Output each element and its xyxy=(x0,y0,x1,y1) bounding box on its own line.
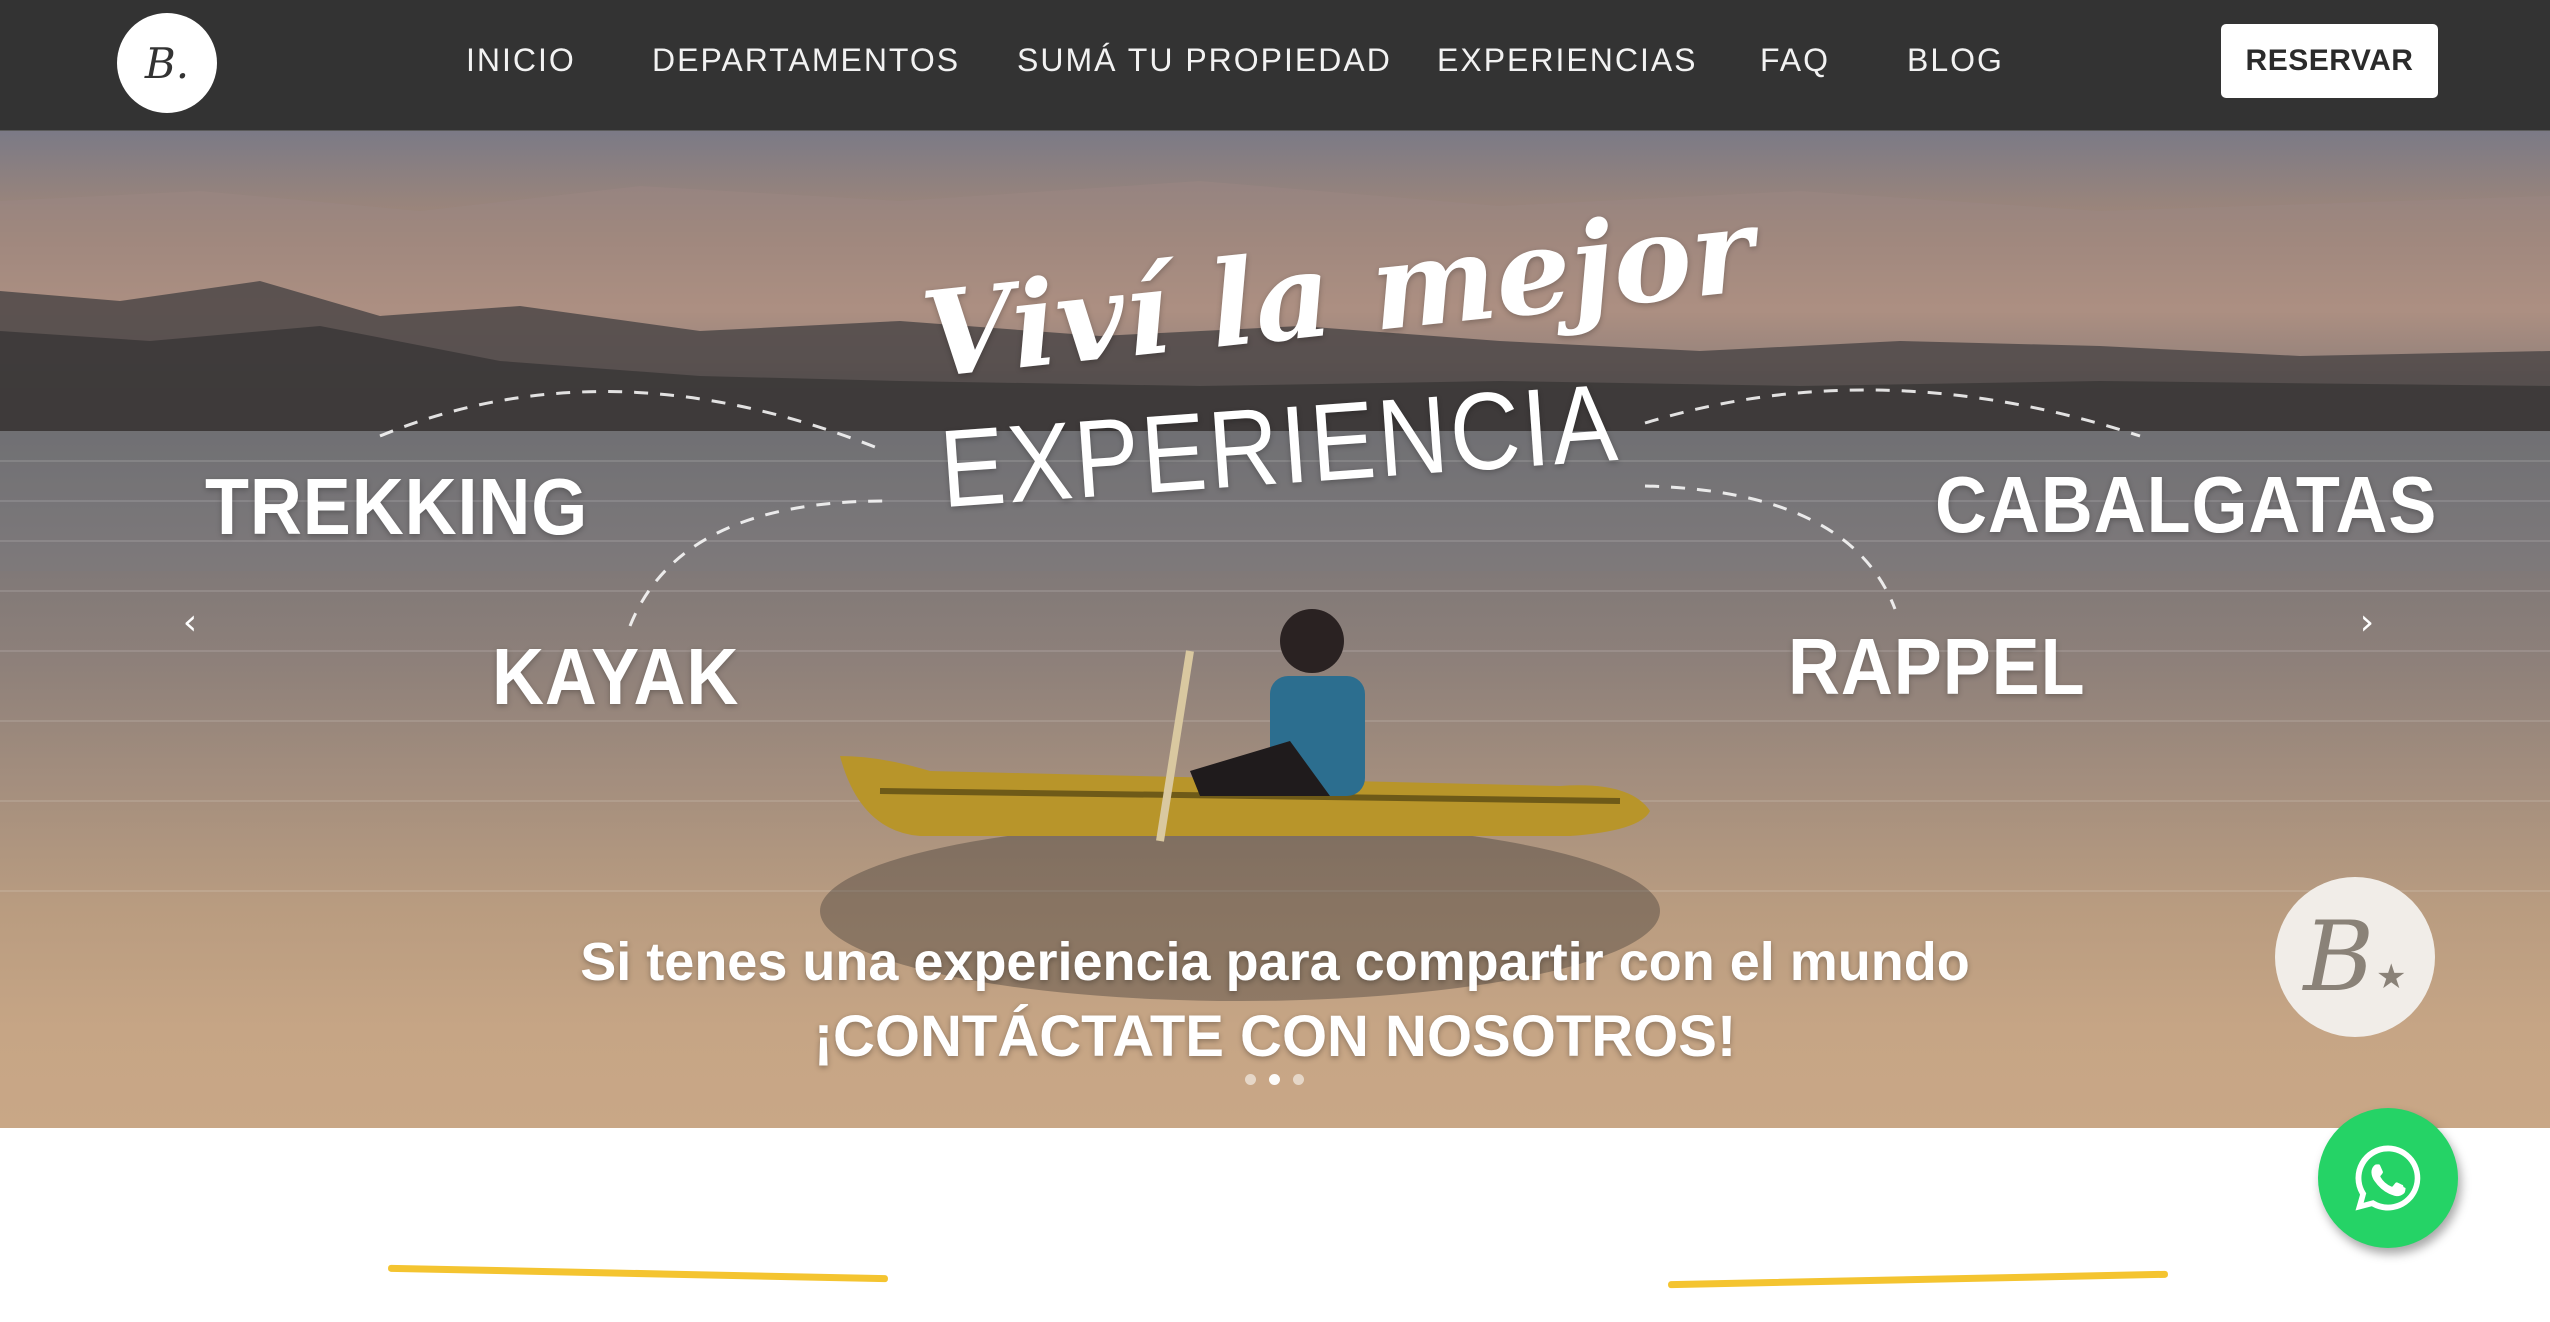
hero-caption-line1: Si tenes una experiencia para compartir … xyxy=(580,932,1970,992)
chevron-left-icon[interactable]: ‹ xyxy=(170,603,210,643)
nav-experiencias[interactable]: EXPERIENCIAS xyxy=(1437,42,1698,79)
nav-blog[interactable]: BLOG xyxy=(1907,42,2004,79)
activity-kayak: KAYAK xyxy=(492,632,740,721)
activity-cabalgatas: CABALGATAS xyxy=(1935,460,2438,549)
nav-inicio[interactable]: INICIO xyxy=(466,42,576,79)
reserve-button[interactable]: RESERVAR xyxy=(2221,24,2438,98)
nav-faq[interactable]: FAQ xyxy=(1760,42,1830,79)
hero-caption-line2: ¡CONTÁCTATE CON NOSOTROS! xyxy=(813,1004,1737,1069)
whatsapp-button[interactable] xyxy=(2318,1108,2458,1248)
main-nav: INICIO DEPARTAMENTOS SUMÁ TU PROPIEDAD E… xyxy=(0,0,2550,124)
whatsapp-icon xyxy=(2355,1145,2421,1211)
slider-dot-1[interactable] xyxy=(1245,1074,1256,1085)
slider-dot-2[interactable] xyxy=(1269,1074,1280,1085)
hero-slider: Viví la mejor EXPERIENCIA TREKKING KAYAK… xyxy=(0,131,2550,1128)
activity-rappel: RAPPEL xyxy=(1788,622,2086,711)
activity-trekking: TREKKING xyxy=(205,462,589,551)
nav-departamentos[interactable]: DEPARTAMENTOS xyxy=(652,42,960,79)
site-header: B. INICIO DEPARTAMENTOS SUMÁ TU PROPIEDA… xyxy=(0,0,2550,131)
decorative-underline-right xyxy=(1667,1270,2169,1289)
star-icon: ★ xyxy=(2376,957,2407,997)
badge-letter: B xyxy=(2303,901,2375,1013)
chevron-right-icon[interactable]: › xyxy=(2347,603,2387,643)
brand-badge-icon: B ★ xyxy=(2275,877,2435,1037)
nav-suma-tu-propiedad[interactable]: SUMÁ TU PROPIEDAD xyxy=(1017,42,1392,79)
decorative-underline-left xyxy=(387,1264,889,1283)
slider-pagination xyxy=(1245,1074,1304,1085)
slider-dot-3[interactable] xyxy=(1293,1074,1304,1085)
